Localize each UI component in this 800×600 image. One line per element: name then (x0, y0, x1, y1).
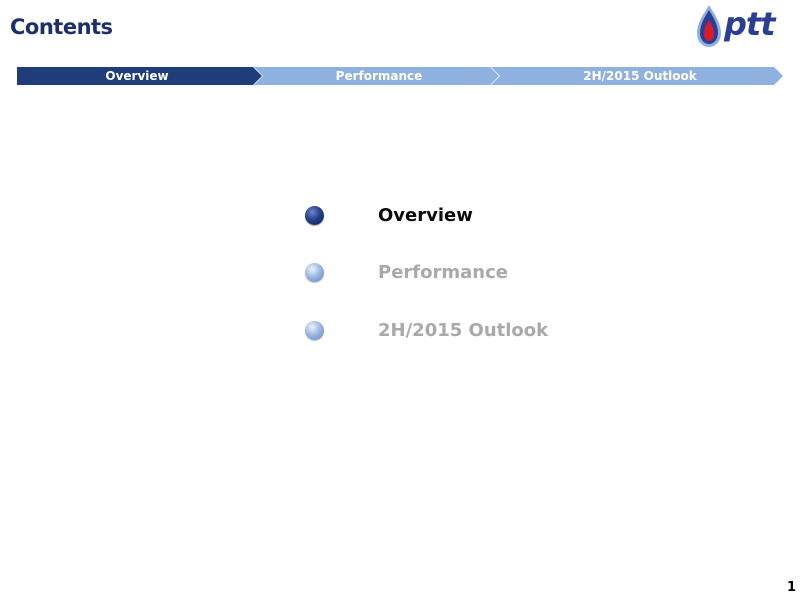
flame-drop-icon (697, 5, 721, 47)
agenda-item-label: Overview (378, 205, 473, 226)
agenda-bullet-icon (305, 321, 324, 340)
section-nav-bar: Overview Performance 2H/2015 Outlook (17, 67, 783, 85)
nav-step-overview[interactable]: Overview (17, 67, 257, 85)
agenda-item-label: 2H/2015 Outlook (378, 320, 549, 341)
agenda-item-label: Performance (378, 262, 508, 283)
agenda-bullet-icon (305, 206, 324, 225)
agenda-item-outlook: 2H/2015 Outlook (305, 318, 605, 344)
agenda-item-performance: Performance (305, 260, 605, 286)
page-title: Contents (10, 15, 113, 39)
agenda-item-overview: Overview (305, 203, 605, 229)
nav-step-performance[interactable]: Performance (263, 67, 495, 85)
agenda-bullet-icon (305, 263, 324, 282)
page-number: 1 (787, 580, 797, 595)
logo-wordmark: ptt (724, 5, 775, 43)
nav-step-outlook[interactable]: 2H/2015 Outlook (500, 67, 780, 85)
company-logo: ptt (694, 3, 790, 49)
